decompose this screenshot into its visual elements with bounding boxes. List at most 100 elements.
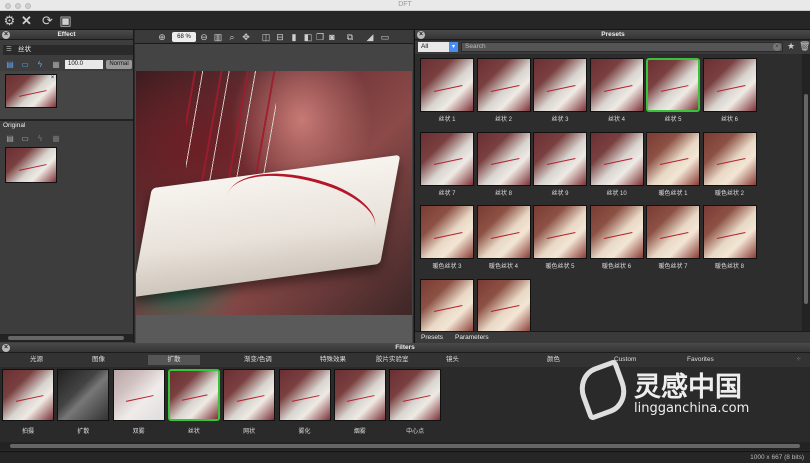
filter-category[interactable]: 光源 (30, 355, 43, 365)
preset-item[interactable]: 暖色丝状 2 (702, 131, 757, 202)
filter-item[interactable]: 网状 (223, 369, 276, 435)
monitor-icon[interactable]: ▭ (20, 134, 30, 143)
scroll-thumb[interactable] (8, 336, 124, 340)
filter-thumbnail[interactable] (333, 369, 386, 421)
preset-item[interactable]: 丝状 4 (589, 58, 644, 128)
trash-icon[interactable]: 🗑 (799, 41, 810, 52)
scroll-thumb[interactable] (10, 444, 800, 448)
original-thumbnail[interactable] (5, 147, 57, 183)
preset-thumbnail[interactable] (420, 205, 474, 259)
preset-item[interactable]: 暖色丝状 7 (646, 205, 700, 275)
image-canvas[interactable] (136, 71, 412, 343)
copy-icon[interactable]: ❐ (315, 32, 325, 42)
preset-thumbnail[interactable] (702, 131, 757, 186)
preset-thumbnail[interactable] (476, 205, 531, 259)
paint-icon[interactable]: ▤ (5, 60, 15, 69)
preset-thumbnail[interactable] (646, 205, 700, 259)
preset-item[interactable]: 暖色丝状 5 (533, 205, 587, 275)
mirror-icon[interactable]: ◧ (303, 32, 313, 42)
paint-icon[interactable]: ▤ (5, 134, 15, 143)
magnifier-icon[interactable]: ⌕ (227, 32, 237, 42)
preset-thumbnail[interactable] (420, 58, 474, 112)
preset-item[interactable]: 暖色丝状 4 (476, 205, 531, 275)
preset-item[interactable]: 暖色丝状 3 (420, 205, 474, 275)
preset-thumbnail[interactable] (533, 58, 587, 112)
filter-category[interactable]: 镜头 (446, 355, 459, 365)
preset-thumbnail[interactable] (420, 278, 474, 333)
split-vertical-icon[interactable]: ◫ (261, 32, 271, 42)
close-icon[interactable]: × (417, 31, 425, 39)
preset-thumbnail[interactable] (533, 205, 587, 259)
zoom-out-icon[interactable]: ⊖ (199, 32, 209, 42)
preset-thumbnail[interactable] (476, 131, 531, 186)
preset-thumbnail[interactable] (476, 58, 531, 112)
filter-thumbnail[interactable] (2, 369, 54, 421)
preset-thumbnail[interactable] (646, 58, 700, 112)
mask-icon[interactable]: ▦ (51, 60, 61, 69)
chevron-right-icon[interactable]: › (95, 60, 103, 69)
preset-item[interactable]: 丝状 10 (589, 131, 644, 202)
zoom-level[interactable]: 68 % (172, 32, 196, 42)
refresh-icon[interactable]: ⟳ (40, 13, 55, 28)
preset-item[interactable]: 丝状 8 (476, 131, 531, 202)
filter-category[interactable]: 颜色 (547, 355, 560, 365)
close-icon[interactable]: × (2, 344, 10, 352)
close-icon[interactable]: ✕ (19, 13, 34, 28)
preset-thumbnail[interactable] (533, 131, 587, 186)
fit-icon[interactable]: ▣ (58, 13, 73, 28)
filter-thumbnail[interactable] (389, 369, 442, 421)
filter-item[interactable]: 丝状 (167, 369, 220, 435)
tab-presets[interactable]: Presets (421, 333, 443, 343)
split-horizontal-icon[interactable]: ⊟ (275, 32, 285, 42)
grid-icon[interactable]: ⁘ (796, 355, 801, 365)
presets-vertical-scrollbar[interactable] (802, 54, 810, 331)
filter-thumbnail[interactable] (223, 369, 276, 421)
filter-category[interactable]: 图像 (92, 355, 105, 365)
remove-effect-icon[interactable]: × (49, 75, 56, 82)
gear-icon[interactable]: ⚙ (2, 13, 17, 28)
filter-item[interactable]: 烟雾 (333, 369, 386, 435)
zoom-in-icon[interactable]: ⊕ (157, 32, 167, 42)
preset-item[interactable]: 丝状 7 (420, 131, 474, 202)
actual-size-icon[interactable]: ▥ (213, 32, 223, 42)
category-select[interactable]: All ▾ (418, 42, 458, 52)
search-input[interactable]: Search (461, 42, 783, 52)
preset-thumbnail[interactable] (476, 278, 531, 333)
filter-thumbnail[interactable] (57, 369, 110, 421)
histogram-icon[interactable]: ◢ (365, 32, 375, 42)
side-by-side-icon[interactable]: ▮ (289, 32, 299, 42)
mask-icon[interactable]: ▦ (51, 134, 61, 143)
filter-item[interactable]: 雾化 (278, 369, 331, 435)
filter-item[interactable]: 双雾 (112, 369, 165, 435)
filter-item[interactable]: 拍摄 (2, 369, 54, 435)
preset-item[interactable]: 暖色丝状 8 (702, 205, 757, 275)
close-icon[interactable]: × (2, 31, 10, 39)
preset-thumbnail[interactable] (646, 131, 700, 186)
blend-mode-select[interactable]: Normal (106, 60, 132, 69)
preset-item[interactable]: 丝状 6 (702, 58, 757, 128)
filter-horizontal-scrollbar[interactable] (0, 442, 810, 450)
filter-item[interactable]: 中心点 (389, 369, 442, 435)
crop-icon[interactable]: ⧉ (345, 32, 355, 42)
tab-parameters[interactable]: Parameters (455, 333, 489, 343)
lightning-icon[interactable]: ϟ (35, 60, 45, 69)
preset-item[interactable]: 丝状 1 (420, 58, 474, 128)
filter-item[interactable]: 扩散 (57, 369, 110, 435)
preset-thumbnail[interactable] (589, 58, 644, 112)
preset-thumbnail[interactable] (420, 131, 474, 186)
preset-item[interactable]: 丝状 9 (533, 131, 587, 202)
preset-item[interactable]: 丝状 2 (476, 58, 531, 128)
monitor-icon[interactable]: ▭ (20, 60, 30, 69)
left-horizontal-scrollbar[interactable] (0, 334, 133, 342)
filter-thumbnail[interactable] (112, 369, 165, 421)
filter-category[interactable]: 渐变/色调 (244, 355, 272, 365)
star-icon[interactable]: ★ (787, 41, 795, 52)
preset-thumbnail[interactable] (702, 58, 757, 112)
lightning-icon[interactable]: ϟ (35, 134, 45, 143)
clear-search-icon[interactable]: × (773, 43, 781, 51)
effect-layer-row[interactable]: ☰ 丝状 (3, 45, 133, 55)
filter-category[interactable]: 特殊效果 (320, 355, 346, 365)
panel-icon[interactable]: ▭ (380, 32, 390, 42)
preset-item[interactable]: 暖色丝状 1 (646, 131, 700, 202)
filter-thumbnail[interactable] (278, 369, 331, 421)
